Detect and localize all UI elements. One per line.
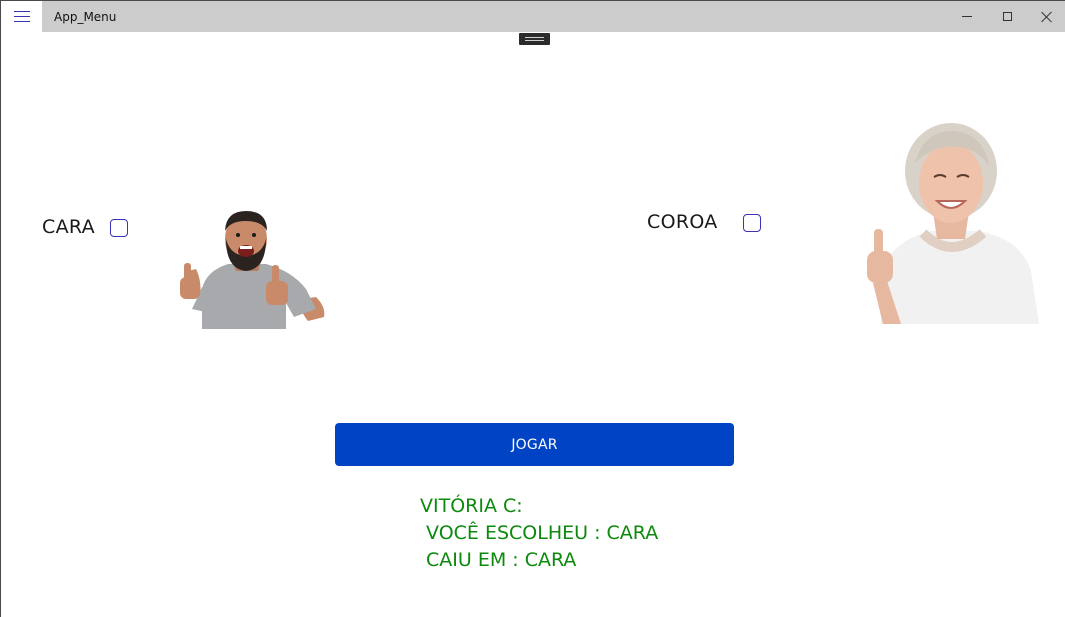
title-bar[interactable]: App_Menu: [1, 1, 1065, 32]
drag-handle[interactable]: [519, 33, 550, 45]
result-choice-text: VOCÊ ESCOLHEU : CARA: [420, 522, 659, 544]
woman-thumbs-up-image: [861, 121, 1043, 324]
result-winner-text: VITÓRIA C:: [420, 495, 523, 517]
minimize-button[interactable]: [947, 1, 987, 32]
man-thumbs-up-image: [166, 209, 331, 329]
heads-checkbox[interactable]: [110, 219, 128, 237]
close-icon: [1041, 11, 1053, 23]
maximize-button[interactable]: [987, 1, 1027, 32]
tails-checkbox[interactable]: [743, 214, 761, 232]
hamburger-icon: [13, 11, 30, 22]
heads-label: CARA: [42, 216, 95, 238]
maximize-icon: [1002, 12, 1012, 21]
app-window: App_Menu CARA COROA JOGAR VITÓRIA C: VOC…: [0, 0, 1065, 617]
tails-label: COROA: [647, 211, 718, 233]
minimize-icon: [962, 16, 972, 17]
result-outcome-text: CAIU EM : CARA: [420, 549, 577, 571]
close-button[interactable]: [1027, 1, 1065, 32]
menu-button[interactable]: [1, 1, 42, 32]
window-title: App_Menu: [54, 10, 117, 24]
play-button[interactable]: JOGAR: [335, 423, 734, 466]
